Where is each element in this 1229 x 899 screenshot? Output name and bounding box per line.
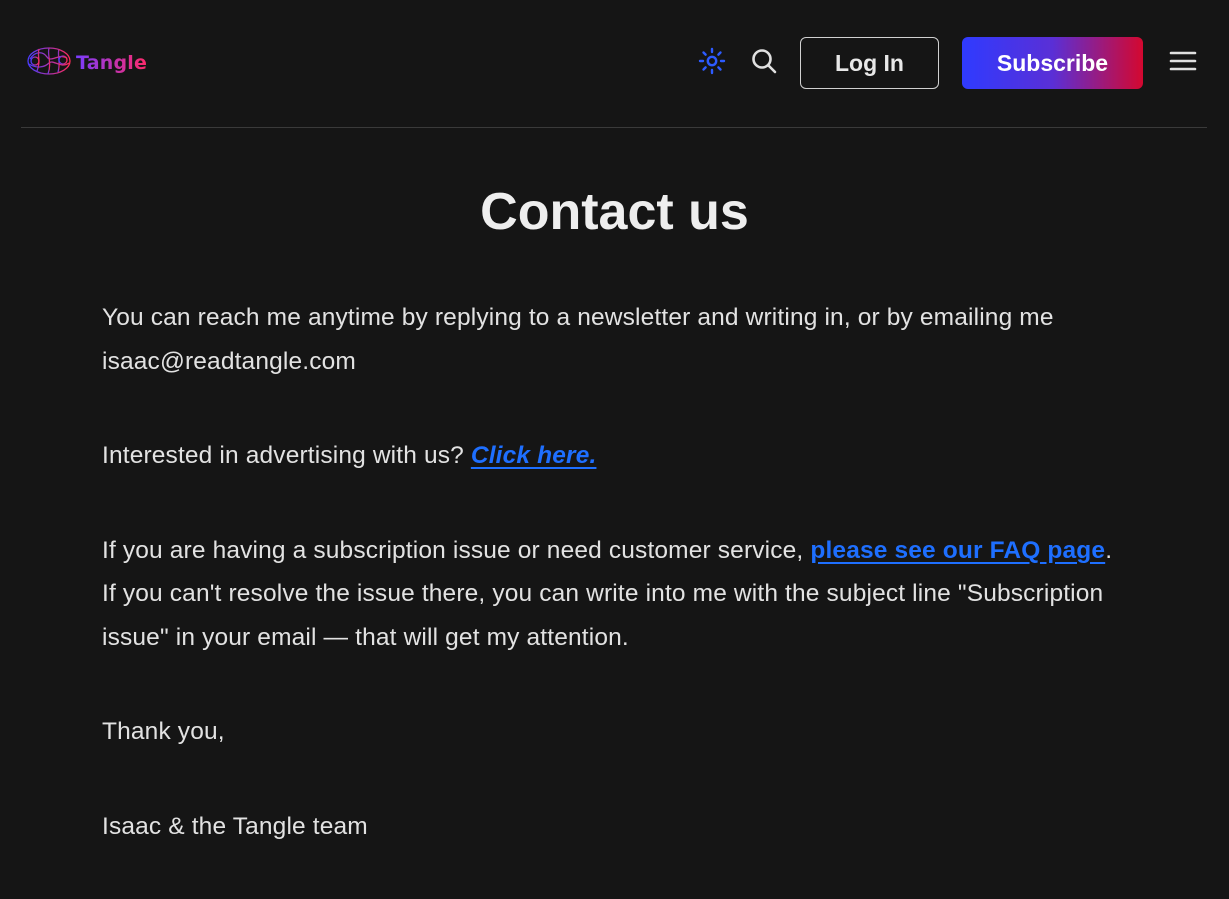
search-button[interactable] xyxy=(747,46,781,80)
theme-toggle-button[interactable] xyxy=(695,46,729,80)
subscribe-button[interactable]: Subscribe xyxy=(962,37,1143,89)
log-in-button[interactable]: Log In xyxy=(800,37,939,89)
advertising-paragraph: Interested in advertising with us? Click… xyxy=(102,434,1132,478)
site-header: Tangle Log In Subscribe xyxy=(21,0,1207,128)
advertising-text: Interested in advertising with us? xyxy=(102,442,471,469)
signature-paragraph: Isaac & the Tangle team xyxy=(102,812,368,840)
hamburger-menu-icon xyxy=(1169,49,1197,78)
page-content: You can reach me anytime by replying to … xyxy=(102,296,1132,899)
site-logo[interactable]: Tangle xyxy=(25,46,147,80)
advertising-link[interactable]: Click here. xyxy=(471,442,597,469)
faq-link[interactable]: please see our FAQ page xyxy=(810,537,1105,564)
logo-wordmark: Tangle xyxy=(76,52,148,74)
search-icon xyxy=(750,47,778,80)
contact-paragraph: You can reach me anytime by replying to … xyxy=(102,304,1054,375)
page-title: Contact us xyxy=(480,183,749,241)
subscription-text-before: If you are having a subscription issue o… xyxy=(102,536,811,564)
subscription-paragraph: If you are having a subscription issue o… xyxy=(102,529,1132,660)
thank-you-paragraph: Thank you, xyxy=(102,718,225,745)
sun-icon xyxy=(698,47,726,80)
brain-logo-icon xyxy=(25,45,73,82)
menu-button[interactable] xyxy=(1166,46,1200,80)
